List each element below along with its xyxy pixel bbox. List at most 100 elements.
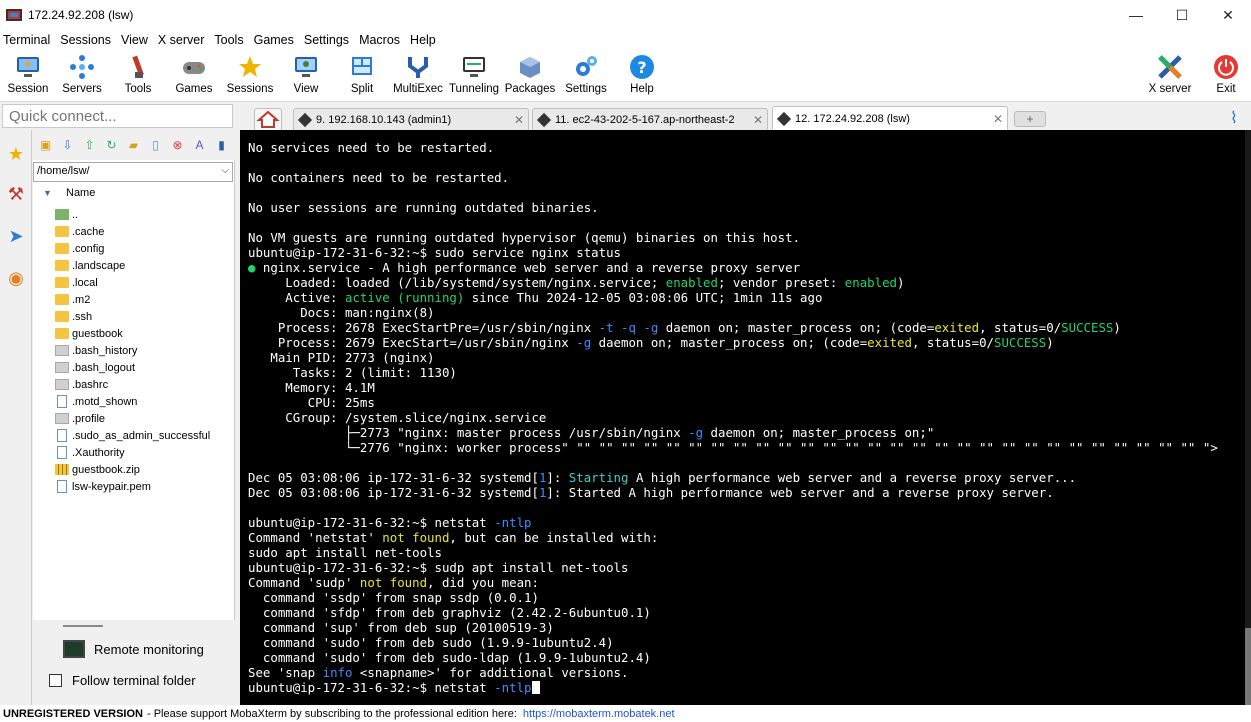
terminal-line: ├─2773 "nginx: master process /usr/sbin/… [248, 425, 934, 440]
mobaxterm-link[interactable]: https://mobaxterm.mobatek.net [523, 708, 675, 720]
maximize-button[interactable]: ☐ [1159, 0, 1205, 30]
new-tab-button[interactable]: + [1014, 111, 1046, 127]
session-button[interactable]: Session [0, 52, 56, 100]
terminal-line: No services need to be restarted. [248, 140, 494, 155]
file-list-header[interactable]: ▼ Name [33, 185, 233, 203]
checkbox[interactable] [49, 674, 62, 687]
file-name: .ssh [72, 310, 93, 323]
terminal-line: Dec 05 03:08:06 ip-172-31-6-32 systemd[1… [248, 470, 1076, 485]
terminal-output[interactable]: No services need to be restarted. No cont… [240, 130, 1251, 705]
sftp-path-select[interactable]: /home/lsw/ ⌵ [33, 162, 233, 182]
list-item[interactable]: .profile [55, 410, 233, 427]
sessions-label: Sessions [226, 83, 274, 95]
terminal-text: ]: [546, 470, 569, 485]
terminal-line: Tasks: 2 (limit: 1130) [248, 365, 457, 380]
list-item[interactable]: guestbook.zip [55, 461, 233, 478]
list-item[interactable]: .bash_logout [55, 359, 233, 376]
terminal-line: command 'sup' from deb sup (20100519-3) [248, 620, 554, 635]
delete-icon[interactable]: ⊗ [169, 136, 186, 154]
tools-button[interactable]: Tools [110, 52, 166, 100]
macros-icon[interactable]: ◉ [3, 260, 29, 296]
terminal-text: Loaded: loaded (/lib/systemd/system/ngin… [248, 275, 666, 290]
settings-button[interactable]: Settings [558, 52, 614, 100]
tab-session-11[interactable]: 11. ec2-43-202-5-167.ap-northeast-2 ✕ [532, 108, 768, 130]
close-window-button[interactable]: ✕ [1205, 0, 1251, 30]
list-item[interactable]: .Xauthority [55, 444, 233, 461]
servers-button[interactable]: Servers [54, 52, 110, 100]
remote-monitoring-button[interactable]: Remote monitoring [63, 640, 204, 658]
file-name: .bash_logout [72, 361, 135, 374]
terminal-text: CPU: 25ms [248, 395, 375, 410]
games-button[interactable]: Games [166, 52, 222, 100]
terminal-text: command 'sfdp' from deb graphviz (2.42.2… [248, 605, 651, 620]
terminal-cursor [531, 681, 540, 694]
help-button[interactable]: ? Help [614, 52, 670, 100]
split-button[interactable]: Split [334, 52, 390, 100]
list-item[interactable]: .landscape [55, 257, 233, 274]
parent-folder-icon[interactable]: ▣ [37, 136, 54, 154]
terminal-text: CGroup: /system.slice/nginx.service [248, 410, 547, 425]
menu-macros[interactable]: Macros [355, 33, 404, 47]
terminal-text: ├─2773 "nginx: master process /usr/sbin/… [248, 425, 689, 440]
menu-help[interactable]: Help [406, 33, 440, 47]
close-tab-icon[interactable]: ✕ [749, 113, 767, 127]
menu-tools[interactable]: Tools [210, 33, 247, 47]
list-item[interactable]: .local [55, 274, 233, 291]
list-item[interactable]: .config [55, 240, 233, 257]
attach-paperclip-icon[interactable]: ⌇ [1230, 108, 1248, 127]
tab-label: 12. 172.24.92.208 (lsw) [795, 112, 910, 125]
sessions-star-icon[interactable]: ★ [3, 136, 29, 172]
terminal-text: command 'ssdp' from snap ssdp (0.0.1) [248, 590, 539, 605]
list-item[interactable]: .cache [55, 223, 233, 240]
scrollbar-thumb[interactable] [1245, 628, 1251, 705]
tools-icon[interactable]: ⚒ [3, 176, 29, 212]
tab-session-12[interactable]: 12. 172.24.92.208 (lsw) ✕ [772, 106, 1008, 130]
tools-icon [125, 54, 151, 80]
list-item[interactable]: .bashrc [55, 376, 233, 393]
multiexec-button[interactable]: MultiExec [390, 52, 446, 100]
list-item[interactable]: .motd_shown [55, 393, 233, 410]
list-item[interactable]: .ssh [55, 308, 233, 325]
list-item[interactable]: lsw-keypair.pem [55, 478, 233, 495]
sessions-button[interactable]: Sessions [222, 52, 278, 100]
list-item[interactable]: .sudo_as_admin_successful [55, 427, 233, 444]
sftp-send-icon[interactable]: ➤ [3, 218, 29, 254]
upload-icon[interactable]: ⇧ [81, 136, 98, 154]
close-tab-icon[interactable]: ✕ [510, 113, 528, 127]
list-item[interactable]: guestbook [55, 325, 233, 342]
new-file-icon[interactable]: ▯ [147, 136, 164, 154]
column-name: Name [66, 187, 96, 199]
menu-settings[interactable]: Settings [300, 33, 353, 47]
minimize-button[interactable]: — [1113, 0, 1159, 30]
refresh-icon[interactable]: ↻ [103, 136, 120, 154]
list-item[interactable]: .bash_history [55, 342, 233, 359]
view-button[interactable]: View [278, 52, 334, 100]
home-tab[interactable] [254, 108, 282, 130]
list-item[interactable]: .. [55, 206, 233, 223]
menu-view[interactable]: View [117, 33, 152, 47]
tab-session-9[interactable]: 9. 192.168.10.143 (admin1) ✕ [293, 108, 529, 130]
close-tab-icon[interactable]: ✕ [989, 112, 1007, 126]
view-label: View [293, 83, 319, 95]
download-icon[interactable]: ⇩ [59, 136, 76, 154]
unregistered-label: UNREGISTERED VERSION [3, 707, 143, 720]
terminal-text: No user sessions are running outdated bi… [248, 200, 599, 215]
menu-games[interactable]: Games [250, 33, 298, 47]
terminal-line: ubuntu@ip-172-31-6-32:~$ netstat -ntlp [248, 680, 540, 695]
list-item[interactable]: .m2 [55, 291, 233, 308]
tunneling-button[interactable]: Tunneling [446, 52, 502, 100]
exit-button[interactable]: Exit [1198, 52, 1251, 100]
packages-button[interactable]: Packages [502, 52, 558, 100]
menu-xserver[interactable]: X server [154, 33, 209, 47]
new-folder-icon[interactable]: ▰ [125, 136, 142, 154]
terminal-line: sudo apt install net-tools [248, 545, 442, 560]
permissions-icon[interactable]: ▮ [213, 136, 230, 154]
rename-icon[interactable]: A [191, 136, 208, 154]
follow-terminal-folder-checkbox[interactable]: Follow terminal folder [49, 673, 196, 688]
menu-sessions[interactable]: Sessions [56, 33, 115, 47]
file-icon [57, 395, 67, 408]
xserver-button[interactable]: X server [1142, 52, 1198, 100]
menu-terminal[interactable]: Terminal [0, 33, 54, 47]
terminal-scrollbar[interactable] [1245, 130, 1251, 705]
quick-connect-input[interactable] [2, 104, 233, 128]
